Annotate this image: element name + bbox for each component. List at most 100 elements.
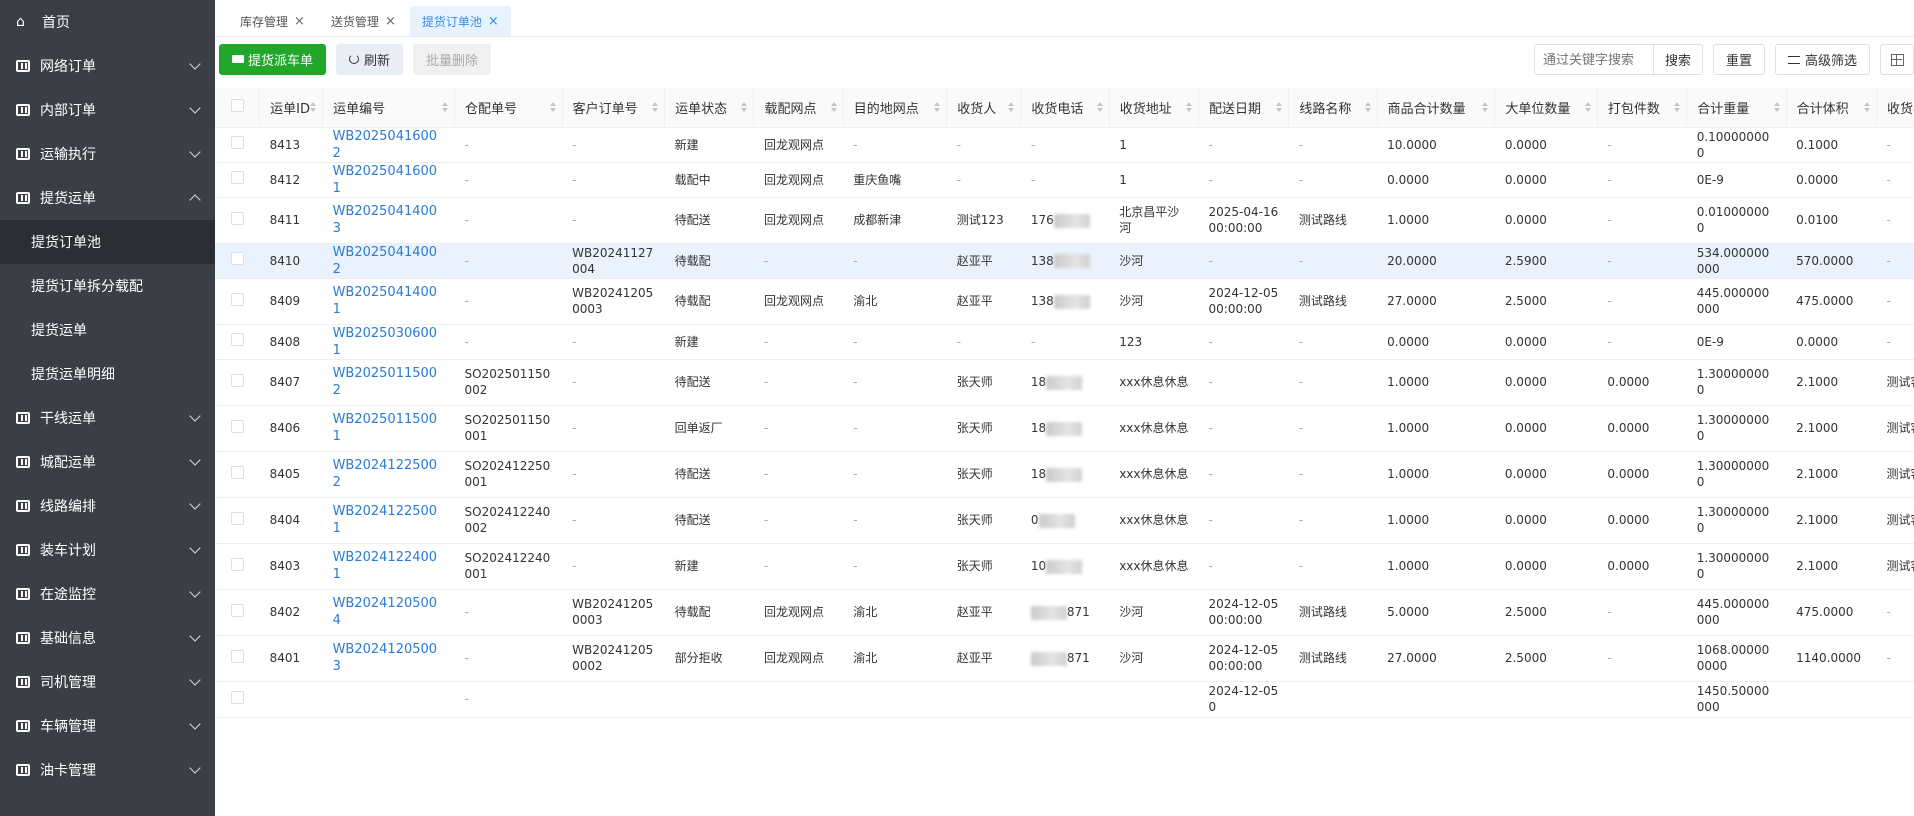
table-row[interactable]: 8408 WB20250306001- - 新建 - - - -123- -0.0000 0.00…: [215, 324, 1914, 360]
order-number-link[interactable]: WB20241205004: [333, 596, 437, 628]
column-header[interactable]: 商品合计数量: [1377, 88, 1496, 128]
sidebar-subitem-1[interactable]: 提货订单拆分载配: [0, 264, 215, 308]
table-row[interactable]: - 2024-12-05 0 1450.50000000: [215, 681, 1914, 718]
column-header[interactable]: 大单位数量: [1494, 88, 1598, 128]
sidebar-item-after-6[interactable]: 司机管理: [0, 660, 215, 704]
sidebar-item-after-4[interactable]: 在途监控: [0, 572, 215, 616]
order-number-link[interactable]: WB20241205003: [333, 642, 437, 674]
row-checkbox[interactable]: [230, 603, 244, 617]
sort-icon[interactable]: [1584, 102, 1591, 114]
row-checkbox[interactable]: [230, 252, 244, 265]
table-row[interactable]: 8410 WB20250414002- WB20241127004 待载配 - - 赵亚平 1…: [215, 243, 1914, 279]
sidebar-subitem-3[interactable]: 提货运单明细: [0, 352, 215, 396]
column-header[interactable]: 合计体积: [1786, 88, 1877, 128]
order-number-link[interactable]: WB20250306001: [333, 326, 437, 358]
sidebar-item-after-2[interactable]: 线路编排: [0, 484, 215, 528]
column-header[interactable]: 线路名称: [1288, 88, 1378, 128]
table-row[interactable]: 8409 WB20250414001- WB202412050003 待载配 回龙观网点…: [215, 278, 1914, 325]
row-checkbox[interactable]: [230, 649, 244, 663]
close-icon[interactable]: ×: [385, 14, 396, 29]
column-header[interactable]: 配送日期: [1198, 88, 1290, 128]
dispatch-button[interactable]: 提货派车单: [219, 43, 327, 75]
advanced-filter-button[interactable]: 高级筛选: [1774, 44, 1870, 75]
sidebar-item-3[interactable]: 提货运单: [0, 176, 215, 220]
order-number-link[interactable]: WB20250115001: [333, 412, 437, 444]
row-checkbox[interactable]: [230, 171, 244, 184]
table-row[interactable]: 8404 WB20241225001 SO202412240002- 待配送 - - 张天师…: [215, 497, 1914, 544]
batch-delete-button[interactable]: 批量删除: [413, 43, 492, 75]
table-row[interactable]: 8403 WB20241224001 SO202412240001- 新建 - - 张天师 1…: [215, 543, 1914, 590]
sort-icon[interactable]: [1008, 102, 1015, 114]
sort-icon[interactable]: [1276, 102, 1283, 114]
order-number-link[interactable]: WB20250416001: [333, 164, 437, 196]
column-settings-button[interactable]: [1880, 44, 1914, 75]
tab-0[interactable]: 库存管理 ×: [228, 6, 317, 36]
order-number-link[interactable]: WB20250414003: [333, 204, 437, 236]
sort-icon[interactable]: [830, 102, 837, 114]
sort-icon[interactable]: [1186, 102, 1192, 114]
row-checkbox[interactable]: [230, 211, 244, 225]
column-header[interactable]: 目的地网点: [843, 88, 948, 128]
column-header[interactable]: 收货地址: [1109, 88, 1200, 128]
close-icon[interactable]: ×: [488, 14, 499, 29]
table-row[interactable]: 8402 WB20241205004- WB202412050003 待载配 回龙观网点…: [215, 589, 1914, 636]
column-header[interactable]: 收货客: [1876, 88, 1914, 128]
sort-icon[interactable]: [1364, 102, 1371, 114]
sidebar-item-0[interactable]: 网络订单: [0, 44, 215, 88]
column-header[interactable]: 客户订单号: [562, 88, 666, 128]
table-row[interactable]: 8405 WB20241225002 SO202412250001- 待配送 - - 张天师…: [215, 451, 1914, 498]
sidebar-subitem-2[interactable]: 提货运单: [0, 308, 215, 352]
order-number-link[interactable]: WB20241225001: [333, 504, 437, 536]
refresh-button[interactable]: 刷新: [336, 43, 404, 75]
table-row[interactable]: 8411 WB20250414003- - 待配送 回龙观网点 成都新津 测试123 176 北…: [215, 197, 1914, 244]
sort-icon[interactable]: [310, 102, 317, 114]
tab-1[interactable]: 送货管理 ×: [319, 6, 408, 36]
sort-icon[interactable]: [934, 102, 941, 114]
sort-icon[interactable]: [1096, 102, 1103, 114]
column-header[interactable]: 运单状态: [664, 88, 755, 128]
sort-icon[interactable]: [652, 102, 659, 114]
column-header[interactable]: 打包件数: [1597, 88, 1688, 128]
sidebar-item-2[interactable]: 运输执行: [0, 132, 215, 176]
row-checkbox[interactable]: [230, 136, 244, 149]
sidebar-item-after-1[interactable]: 城配运单: [0, 440, 215, 484]
row-checkbox[interactable]: [230, 465, 244, 479]
sidebar-item-after-8[interactable]: 油卡管理: [0, 748, 215, 792]
table-row[interactable]: 8407 WB20250115002 SO202501150002- 待配送 - - 张天师…: [215, 359, 1914, 406]
table-row[interactable]: 8401 WB20241205003- WB202412050002 部分拒收 回龙观网…: [215, 635, 1914, 682]
sort-icon[interactable]: [1674, 102, 1681, 114]
sort-icon[interactable]: [1773, 102, 1780, 114]
select-all-checkbox[interactable]: [230, 98, 244, 112]
column-header[interactable]: 合计重量: [1686, 88, 1787, 128]
row-checkbox[interactable]: [230, 373, 244, 387]
sidebar-item-after-5[interactable]: 基础信息: [0, 616, 215, 660]
tab-2[interactable]: 提货订单池 ×: [409, 6, 511, 36]
search-input[interactable]: [1533, 44, 1653, 75]
order-number-link[interactable]: WB20250416002: [333, 129, 437, 161]
row-checkbox[interactable]: [230, 419, 244, 433]
search-button[interactable]: 搜索: [1652, 44, 1703, 75]
sidebar-item-after-0[interactable]: 干线运单: [0, 396, 215, 440]
column-header[interactable]: 仓配单号: [454, 88, 563, 128]
table-row[interactable]: 8406 WB20250115001 SO202501150001- 回单返厂 - - 张天…: [215, 405, 1914, 452]
sidebar-item-home[interactable]: ⌂ 首页: [0, 0, 215, 44]
column-header[interactable]: 收货人: [946, 88, 1022, 128]
table-row[interactable]: 8413 WB20250416002- - 新建 回龙观网点 - - -1- -10.0000 0…: [215, 127, 1914, 163]
column-header[interactable]: 运单ID: [259, 88, 324, 128]
sort-icon[interactable]: [1482, 102, 1489, 114]
column-header[interactable]: 运单编号: [322, 88, 456, 128]
column-header[interactable]: 收货电话: [1020, 88, 1110, 128]
sidebar-item-after-3[interactable]: 装车计划: [0, 528, 215, 572]
sort-icon[interactable]: [442, 102, 449, 114]
sort-icon[interactable]: [1863, 102, 1870, 114]
order-number-link[interactable]: WB20241224001: [333, 550, 437, 582]
row-checkbox[interactable]: [230, 511, 244, 525]
order-number-link[interactable]: WB20241225002: [333, 458, 437, 490]
close-icon[interactable]: ×: [294, 14, 305, 29]
column-header[interactable]: 载配网点: [753, 88, 844, 128]
table-row[interactable]: 8412 WB20250416001- - 载配中 回龙观网点 重庆鱼嘴 - -1- -0.00…: [215, 162, 1914, 198]
sidebar-item-1[interactable]: 内部订单: [0, 88, 215, 132]
order-number-link[interactable]: WB20250115002: [333, 366, 437, 398]
sort-icon[interactable]: [549, 102, 556, 114]
row-checkbox[interactable]: [230, 690, 244, 704]
